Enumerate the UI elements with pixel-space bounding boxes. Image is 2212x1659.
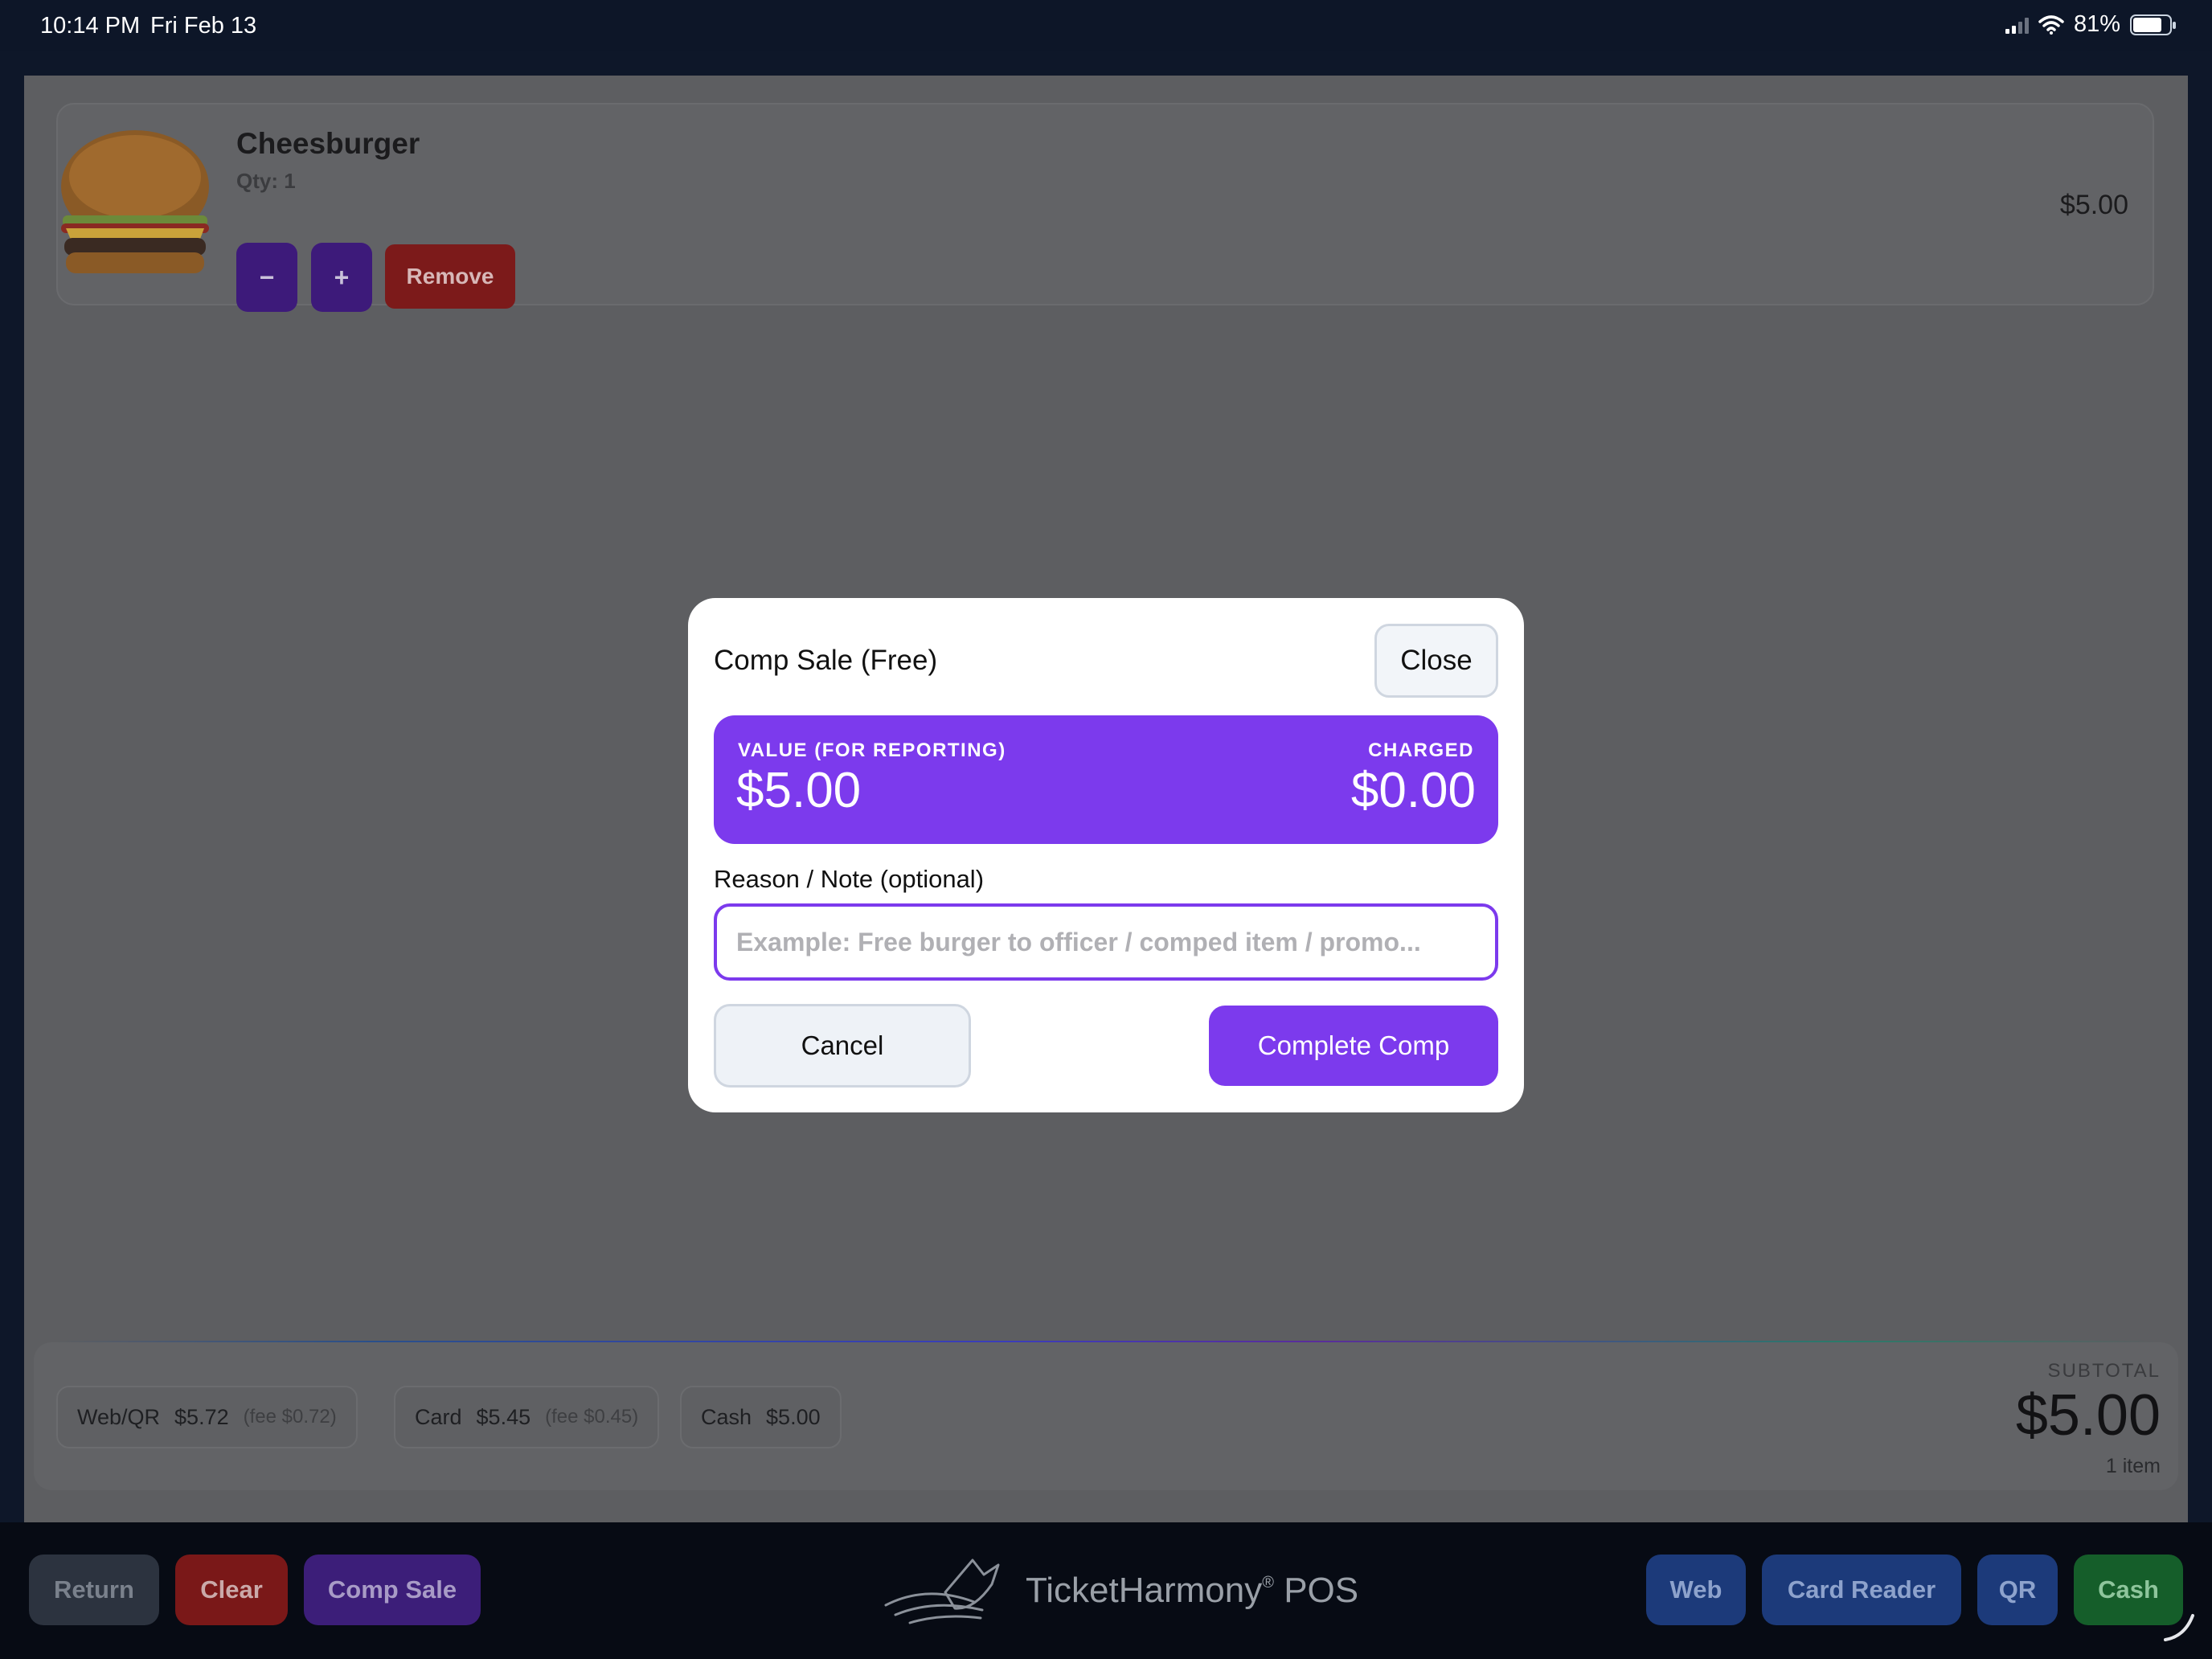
brand-name: TicketHarmony® POS	[1026, 1571, 1359, 1610]
return-button[interactable]: Return	[29, 1555, 159, 1625]
card-reader-button[interactable]: Card Reader	[1762, 1555, 1961, 1625]
bottom-toolbar: Return Clear Comp Sale TicketHarmony® PO…	[0, 1522, 2212, 1659]
pill-label: Web/QR	[77, 1404, 161, 1429]
status-indicators: 81%	[2005, 11, 2176, 38]
item-name: Cheesburger	[236, 127, 420, 160]
pill-fee: (fee $0.72)	[243, 1406, 337, 1428]
pill-amount: $5.45	[476, 1404, 531, 1429]
web-payment-button[interactable]: Web	[1646, 1555, 1746, 1625]
wifi-icon	[2038, 14, 2064, 35]
charged-amount: $0.00	[1350, 763, 1476, 818]
brand-logo: TicketHarmony® POS	[878, 1546, 1358, 1635]
remove-item-button[interactable]: Remove	[385, 244, 515, 309]
charged-label: CHARGED	[1368, 739, 1474, 761]
cash-total-pill: Cash $5.00	[680, 1386, 842, 1448]
subtotal-label: SUBTOTAL	[2047, 1360, 2161, 1382]
complete-comp-button[interactable]: Complete Comp	[1209, 1006, 1498, 1086]
qr-payment-button[interactable]: QR	[1977, 1555, 2058, 1625]
status-time: 10:14 PM	[40, 13, 141, 39]
totals-panel: Web/QR $5.72 (fee $0.72) Card $5.45 (fee…	[34, 1342, 2178, 1490]
decrease-quantity-button[interactable]: −	[236, 243, 297, 312]
status-bar: 10:14 PM Fri Feb 13 81%	[0, 0, 2212, 51]
close-button[interactable]: Close	[1374, 624, 1498, 698]
comp-summary-card: VALUE (FOR REPORTING) $5.00 CHARGED $0.0…	[714, 715, 1498, 844]
value-amount: $5.00	[736, 763, 862, 818]
web-qr-total-pill: Web/QR $5.72 (fee $0.72)	[56, 1386, 358, 1448]
status-date: Fri Feb 13	[150, 13, 257, 39]
battery-icon	[2130, 14, 2176, 35]
pill-fee: (fee $0.45)	[545, 1406, 639, 1428]
battery-percent: 81%	[2073, 11, 2120, 37]
value-label: VALUE (FOR REPORTING)	[738, 739, 1006, 761]
reason-note-input[interactable]	[714, 903, 1498, 981]
pill-amount: $5.00	[766, 1404, 821, 1429]
dialog-title: Comp Sale (Free)	[714, 645, 938, 676]
cheeseburger-image	[61, 130, 209, 273]
item-count: 1 item	[2105, 1455, 2161, 1477]
cart-item: Cheesburger Qty: 1 − + Remove $5.00	[56, 103, 2154, 312]
increase-quantity-button[interactable]: +	[311, 243, 372, 312]
pill-label: Card	[415, 1404, 462, 1429]
cellular-signal-icon	[2005, 16, 2029, 34]
pill-label: Cash	[701, 1404, 752, 1429]
pill-amount: $5.72	[174, 1404, 229, 1429]
cancel-button[interactable]: Cancel	[714, 1004, 971, 1088]
item-quantity: Qty: 1	[236, 169, 296, 193]
comp-sale-button[interactable]: Comp Sale	[304, 1555, 481, 1625]
item-price: $5.00	[2059, 190, 2128, 220]
card-total-pill: Card $5.45 (fee $0.45)	[394, 1386, 660, 1448]
clear-button[interactable]: Clear	[175, 1555, 288, 1625]
comp-sale-dialog: Comp Sale (Free) Close VALUE (FOR REPORT…	[688, 598, 1524, 1112]
subtotal-value: $5.00	[2015, 1383, 2161, 1448]
home-indicator-icon	[2164, 1614, 2194, 1641]
note-label: Reason / Note (optional)	[714, 865, 985, 893]
ticketharmony-logo-icon	[884, 1559, 1000, 1624]
